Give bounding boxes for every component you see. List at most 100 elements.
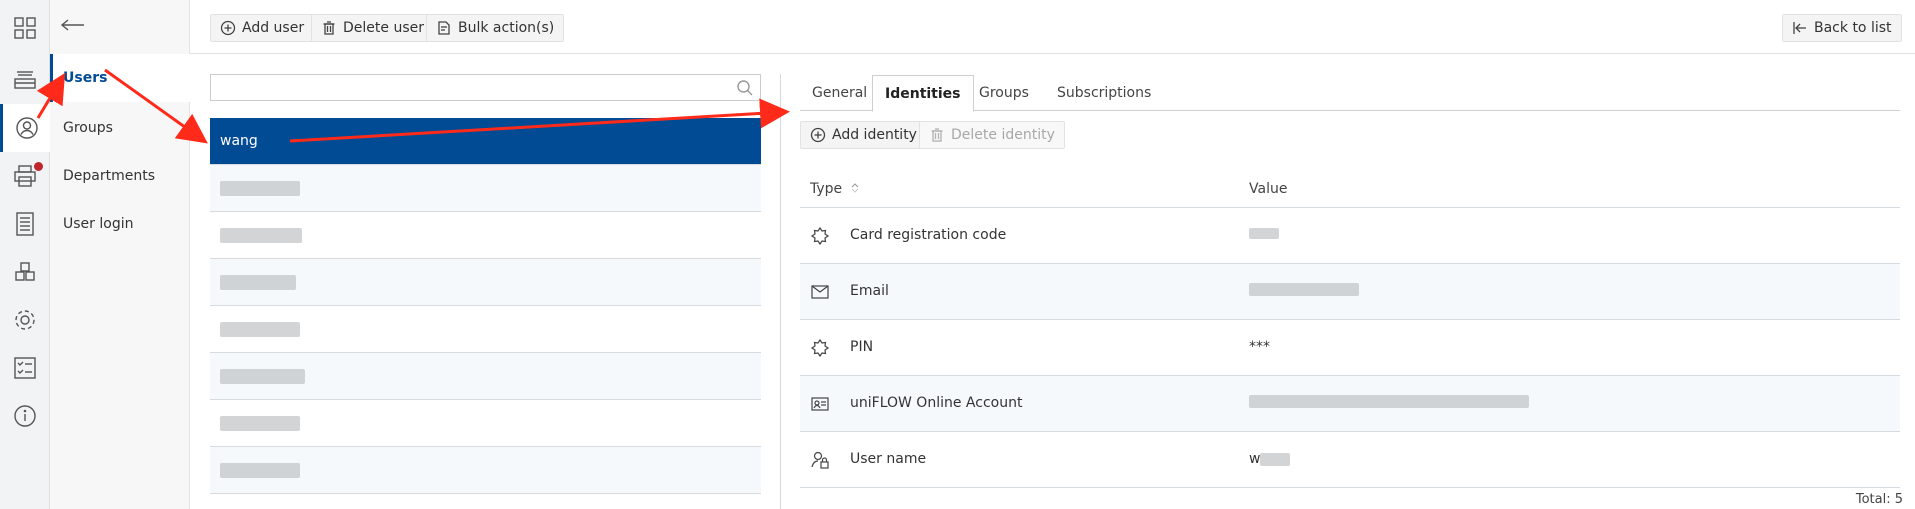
- column-header-label: Type: [810, 181, 843, 197]
- identity-value: [1249, 395, 1529, 412]
- table-row[interactable]: Email: [800, 264, 1900, 320]
- submenu-item-label: User login: [63, 216, 134, 232]
- plus-circle-icon: [220, 20, 236, 36]
- submenu-item-label: Departments: [63, 168, 156, 184]
- blurred-user-name: [220, 274, 296, 290]
- identity-type: Card registration code: [850, 227, 1007, 243]
- checklist-icon[interactable]: [0, 344, 50, 392]
- identity-type: PIN: [850, 339, 874, 355]
- tab-groups[interactable]: Groups: [967, 75, 1041, 111]
- toolbar: Add user Delete user Bulk action(s) Back…: [190, 0, 1915, 54]
- blurred-value: [1260, 452, 1291, 466]
- dashboard-icon[interactable]: [0, 4, 50, 52]
- identity-value: ***: [1249, 339, 1270, 355]
- table-row[interactable]: uniFLOW Online Account: [800, 376, 1900, 432]
- table-row[interactable]: PIN ***: [800, 320, 1900, 376]
- user-name: wang: [220, 133, 258, 149]
- column-header-label: Value: [1249, 181, 1288, 197]
- account-card-icon: [810, 394, 830, 414]
- pane-divider[interactable]: [780, 74, 781, 509]
- column-header-type[interactable]: Type: [810, 181, 859, 197]
- pin-icon: [810, 338, 830, 358]
- tab-identities[interactable]: Identities: [872, 75, 974, 112]
- submenu-item-user-login[interactable]: User login: [50, 200, 190, 248]
- tab-label: General: [812, 85, 868, 101]
- blurred-value: [1249, 228, 1279, 239]
- identity-type: Email: [850, 283, 889, 299]
- blurred-user-name: [220, 227, 302, 243]
- blurred-user-name: [220, 462, 300, 478]
- email-icon: [810, 282, 830, 302]
- tab-label: Groups: [979, 85, 1029, 101]
- identity-value: w: [1249, 451, 1291, 467]
- add-user-button[interactable]: Add user: [210, 14, 315, 42]
- packages-icon[interactable]: [0, 248, 50, 296]
- identity-value: [1249, 227, 1279, 243]
- total-count: Total: 5: [1855, 492, 1903, 507]
- blurred-user-name: [220, 180, 300, 196]
- bulk-actions-label: Bulk action(s): [458, 20, 555, 36]
- card-icon: [810, 226, 830, 246]
- identity-type: uniFLOW Online Account: [850, 395, 1023, 411]
- blurred-value: [1249, 395, 1529, 408]
- user-lock-icon: [810, 450, 830, 470]
- list-item[interactable]: [210, 400, 761, 447]
- list-item[interactable]: [210, 306, 761, 353]
- submenu-item-departments[interactable]: Departments: [50, 152, 190, 200]
- info-icon[interactable]: [0, 392, 50, 440]
- table-header: Type Value: [800, 170, 1900, 208]
- trash-icon: [931, 128, 943, 142]
- gear-icon[interactable]: [0, 296, 50, 344]
- blurred-user-name: [220, 368, 305, 384]
- blurred-user-name: [220, 321, 300, 337]
- document-edit-icon: [438, 21, 450, 35]
- submenu-item-users[interactable]: Users: [50, 54, 190, 102]
- submenu-item-label: Users: [63, 70, 108, 86]
- printer-icon[interactable]: [0, 152, 50, 200]
- tab-label: Subscriptions: [1057, 85, 1152, 101]
- back-to-list-button[interactable]: Back to list: [1782, 14, 1902, 42]
- tab-subscriptions[interactable]: Subscriptions: [1045, 75, 1163, 111]
- list-item[interactable]: [210, 212, 761, 259]
- icon-rail: [0, 0, 50, 509]
- notification-dot: [34, 162, 43, 171]
- identity-value: [1249, 283, 1359, 300]
- sort-icon: [851, 183, 858, 193]
- identity-value-text: w: [1249, 451, 1261, 467]
- trash-icon: [323, 21, 335, 35]
- list-item[interactable]: wang: [210, 118, 761, 165]
- users-submenu: Users Groups Departments User login: [50, 0, 190, 509]
- delete-user-button[interactable]: Delete user: [311, 14, 434, 42]
- bulk-actions-button[interactable]: Bulk action(s): [426, 14, 565, 42]
- back-arrow-icon[interactable]: [58, 10, 88, 40]
- blurred-value: [1249, 283, 1359, 296]
- add-identity-button[interactable]: Add identity: [800, 121, 927, 149]
- list-item[interactable]: [210, 447, 761, 494]
- delete-identity-button[interactable]: Delete identity: [919, 121, 1065, 149]
- list-item[interactable]: [210, 165, 761, 212]
- submenu-item-label: Groups: [63, 120, 113, 136]
- users-icon[interactable]: [0, 104, 50, 152]
- search-input[interactable]: [210, 74, 761, 101]
- table-row[interactable]: User name w: [800, 432, 1900, 488]
- report-icon[interactable]: [0, 200, 50, 248]
- search-icon: [737, 80, 753, 96]
- add-identity-label: Add identity: [832, 127, 917, 143]
- tab-general[interactable]: General: [800, 75, 879, 111]
- printer-tray-icon[interactable]: [0, 56, 50, 104]
- list-item[interactable]: [210, 259, 761, 306]
- identity-type: User name: [850, 451, 927, 467]
- tab-label: Identities: [885, 85, 961, 102]
- list-item[interactable]: [210, 353, 761, 400]
- back-to-list-icon: [1793, 22, 1806, 34]
- table-row[interactable]: Card registration code: [800, 208, 1900, 264]
- add-user-label: Add user: [242, 20, 305, 36]
- detail-tabs: General Identities Groups Subscriptions: [800, 75, 1900, 112]
- back-to-list-label: Back to list: [1814, 20, 1892, 36]
- column-header-value[interactable]: Value: [1249, 181, 1287, 197]
- delete-identity-label: Delete identity: [951, 127, 1055, 143]
- plus-circle-icon: [810, 127, 826, 143]
- delete-user-label: Delete user: [343, 20, 424, 36]
- submenu-item-groups[interactable]: Groups: [50, 104, 190, 152]
- blurred-user-name: [220, 415, 300, 431]
